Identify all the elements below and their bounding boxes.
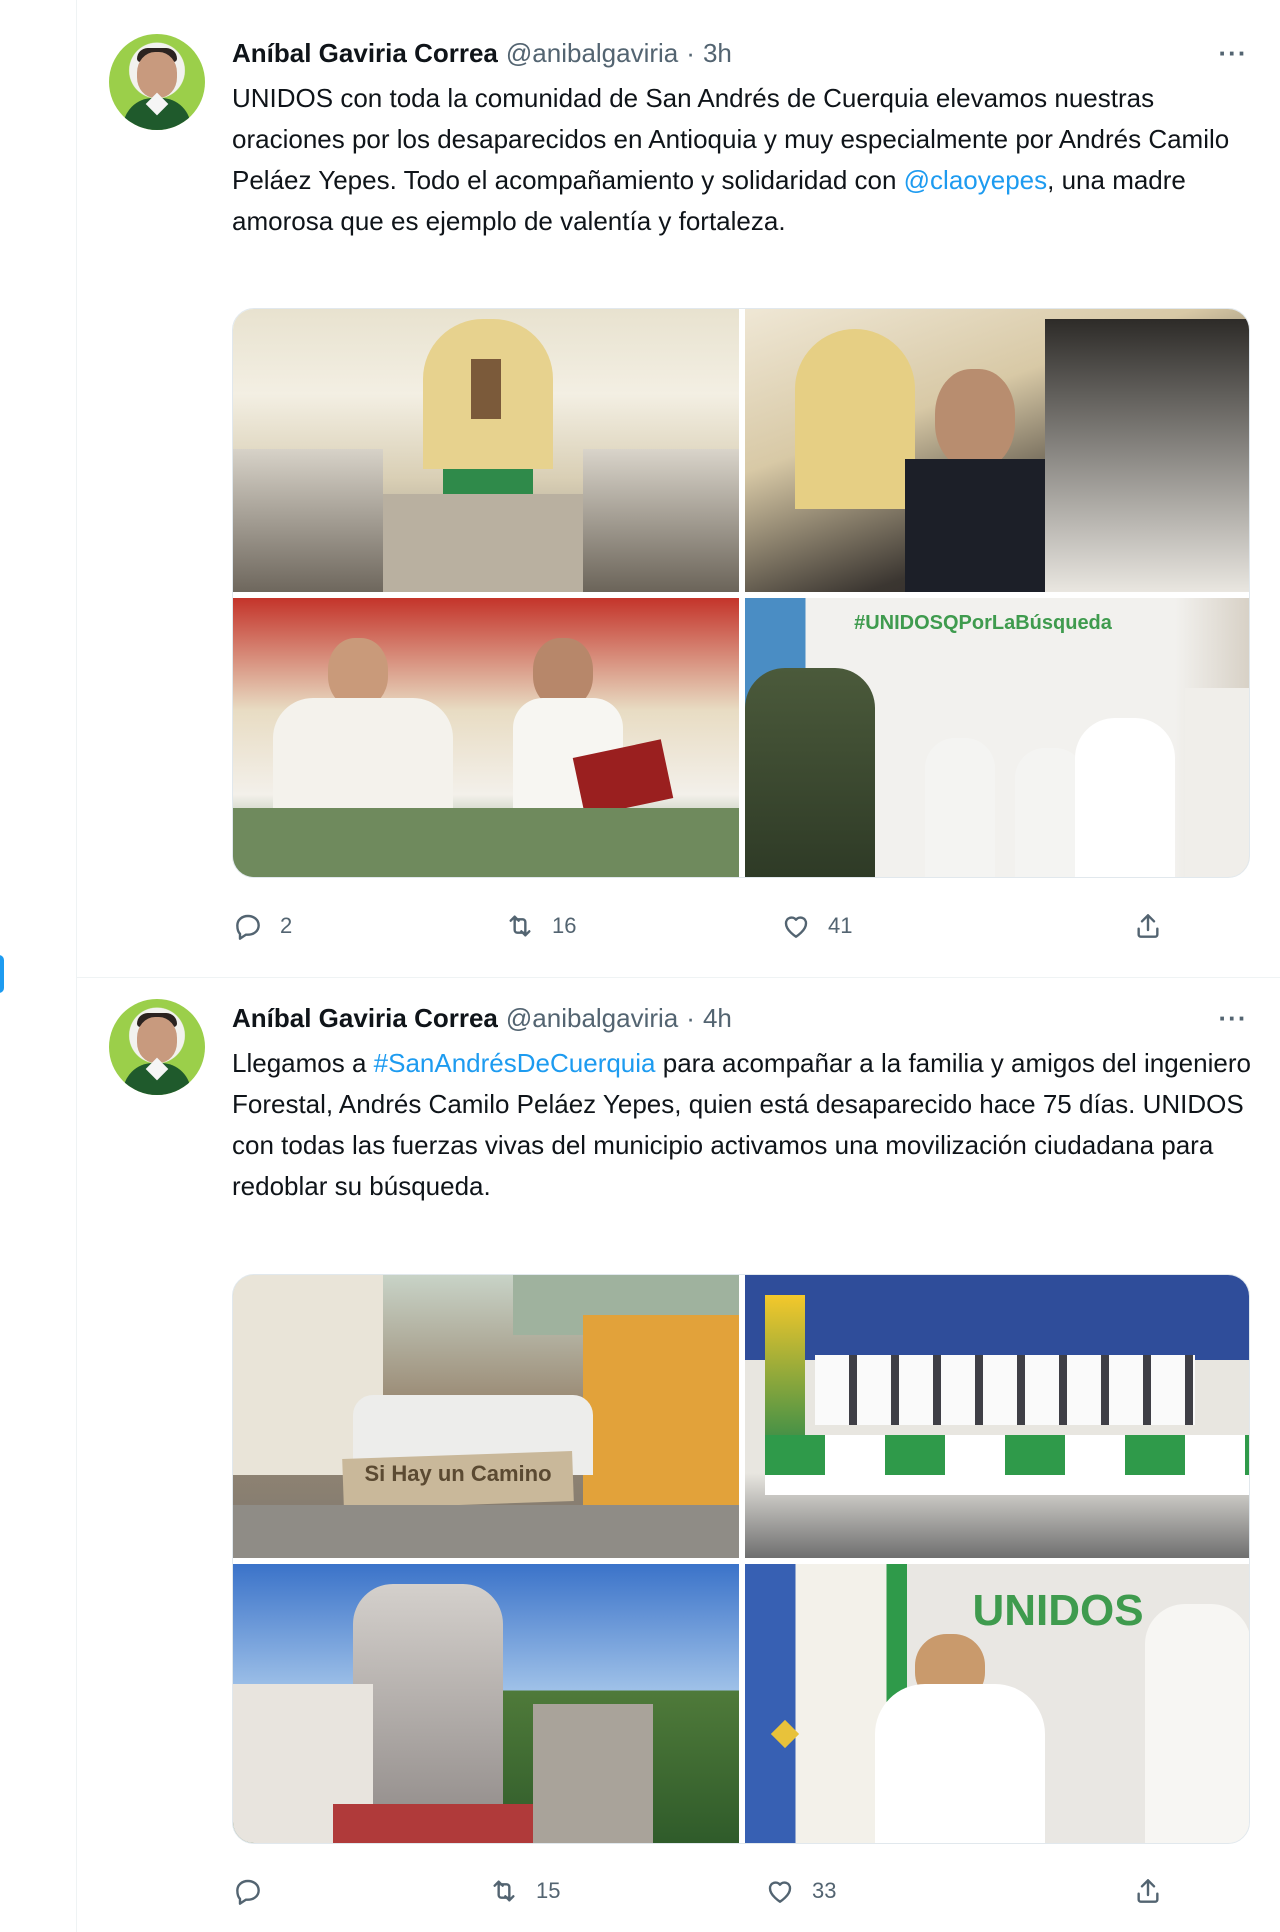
media-grid: Si Hay un Camino UNIDOS (232, 1274, 1250, 1844)
tweet-text: UNIDOS con toda la comunidad de San Andr… (232, 78, 1262, 242)
media-grid: #UNIDOSQPorLaBúsqueda (232, 308, 1250, 878)
reply-button[interactable] (232, 1871, 280, 1911)
retweet-icon (509, 915, 531, 937)
reply-count: 2 (280, 913, 293, 938)
like-count: 41 (828, 913, 853, 938)
share-icon (1137, 914, 1159, 938)
avatar[interactable] (109, 34, 205, 130)
mention-link[interactable]: @claoyepes (904, 165, 1047, 195)
share-button[interactable] (1132, 906, 1164, 946)
share-button[interactable] (1132, 1871, 1164, 1911)
separator-dot: · (686, 37, 695, 68)
sidebar-tweet-button-edge[interactable] (0, 955, 4, 993)
reply-button[interactable]: 2 (232, 906, 292, 946)
photo-men-praying[interactable] (745, 309, 1249, 592)
left-sidebar (0, 0, 76, 1932)
separator-dot: · (686, 1002, 695, 1033)
heart-icon (768, 1881, 792, 1903)
retweet-count: 15 (536, 1878, 561, 1903)
retweet-button[interactable]: 15 (488, 1871, 560, 1911)
tweet-header: Aníbal Gaviria Correa @anibalgaviria · 3… (232, 37, 732, 69)
tweet[interactable]: Aníbal Gaviria Correa @anibalgaviria · 3… (77, 0, 1280, 978)
retweet-count: 16 (552, 913, 577, 938)
author-handle[interactable]: @anibalgaviria (506, 38, 678, 69)
tweet[interactable]: Aníbal Gaviria Correa @anibalgaviria · 4… (77, 978, 1280, 1932)
photo-stage-meeting[interactable] (745, 1275, 1249, 1558)
retweet-icon (493, 1880, 515, 1902)
share-icon (1137, 1879, 1159, 1903)
tweet-actions: 15 33 (232, 1871, 1192, 1911)
like-button[interactable]: 33 (764, 1871, 836, 1911)
tweet-text-segment: Llegamos a (232, 1048, 374, 1078)
author-name[interactable]: Aníbal Gaviria Correa (232, 1003, 498, 1034)
more-options-icon[interactable]: ··· (1213, 40, 1253, 72)
retweet-button[interactable]: 16 (504, 906, 576, 946)
tweet-text: Llegamos a #SanAndrésDeCuerquia para aco… (232, 1043, 1262, 1207)
like-button[interactable]: 41 (780, 906, 852, 946)
author-name[interactable]: Aníbal Gaviria Correa (232, 38, 498, 69)
tweet-header: Aníbal Gaviria Correa @anibalgaviria · 4… (232, 1002, 732, 1034)
tweet-actions: 2 16 41 (232, 906, 1192, 946)
author-handle[interactable]: @anibalgaviria (506, 1003, 678, 1034)
tweet-timestamp[interactable]: 3h (703, 38, 732, 69)
march-banner-text: Si Hay un Camino (364, 1461, 552, 1486)
like-count: 33 (812, 1878, 837, 1903)
photo-church-interior[interactable] (233, 309, 739, 592)
reply-icon (236, 1879, 260, 1905)
photo-banner-text: #UNIDOSQPorLaBúsqueda (854, 612, 1112, 634)
hashtag-link[interactable]: #SanAndrésDeCuerquia (374, 1048, 656, 1078)
tweet-timestamp[interactable]: 4h (703, 1003, 732, 1034)
avatar[interactable] (109, 999, 205, 1095)
photo-priest-mass[interactable] (233, 598, 739, 877)
photo-church-facade[interactable] (233, 1564, 739, 1843)
photo-street-march[interactable]: Si Hay un Camino (233, 1275, 739, 1558)
timeline: Aníbal Gaviria Correa @anibalgaviria · 3… (76, 0, 1280, 1932)
heart-icon (784, 916, 808, 938)
photo-banner-signing[interactable]: #UNIDOSQPorLaBúsqueda (745, 598, 1249, 877)
more-options-icon[interactable]: ··· (1213, 1005, 1253, 1037)
reply-icon (236, 914, 260, 940)
photo-embrace[interactable]: UNIDOS (745, 1564, 1249, 1843)
